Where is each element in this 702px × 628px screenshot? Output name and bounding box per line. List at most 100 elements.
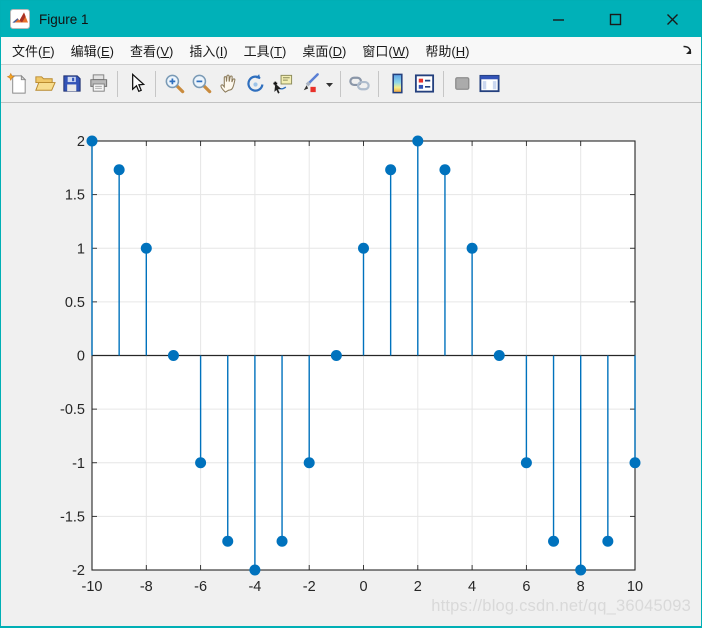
- title-bar: Figure 1: [1, 1, 701, 37]
- show-plot-tools-button[interactable]: [476, 70, 503, 98]
- pointer-button[interactable]: [123, 70, 150, 98]
- x-tick-label: -2: [303, 579, 316, 595]
- zoom-out-button[interactable]: [188, 70, 215, 98]
- save-figure-button[interactable]: [58, 70, 85, 98]
- toolbar-separator: [443, 70, 444, 97]
- x-tick-label: 2: [414, 579, 422, 595]
- x-tick-label: -8: [140, 579, 153, 595]
- figure-canvas: -10 -8 -6 -4 -2 0 2 4 6 8 10 -2 -1.5 -1 -0.5 0 0.5 1 1.5 2 …: [1, 103, 701, 626]
- stem-marker: [140, 242, 152, 254]
- figure-window: Figure 1 文件(F) 编辑(E) 查看(V) 插入(I) 工具(T) 桌面(D) 窗…: [0, 0, 702, 628]
- y-tick-label: 2: [77, 134, 85, 150]
- menu-item-i[interactable]: 插入(I): [181, 37, 235, 64]
- y-tick-label: -1.5: [60, 509, 85, 525]
- matlab-logo-icon: [10, 9, 30, 29]
- brush-dropdown-icon: [325, 74, 334, 94]
- x-tick-label: -10: [82, 579, 103, 595]
- zoom-in-icon: [163, 72, 186, 95]
- x-tick-label: -4: [248, 579, 261, 595]
- menu-item-f[interactable]: 文件(F): [4, 37, 63, 64]
- stem-marker: [439, 164, 451, 176]
- brush-button[interactable]: [296, 70, 323, 98]
- pan-icon: [217, 72, 240, 95]
- stem-marker: [520, 457, 532, 469]
- new-figure-button[interactable]: [4, 70, 31, 98]
- x-tick-label: -6: [194, 579, 207, 595]
- y-tick-label: 1.5: [65, 188, 85, 204]
- stem-marker: [222, 535, 234, 547]
- stem-marker: [385, 164, 397, 176]
- print-figure-button[interactable]: [85, 70, 112, 98]
- stem-marker: [358, 242, 369, 254]
- stem-marker: [602, 535, 614, 547]
- menu-item-h[interactable]: 帮助(H): [417, 37, 477, 64]
- link-plot-icon: [348, 72, 371, 95]
- y-tick-label: 1: [77, 241, 85, 257]
- x-tick-label: 4: [468, 579, 476, 595]
- watermark-text: https://blog.csdn.net/qq_36045093: [431, 597, 691, 615]
- y-tick-label: 0: [77, 349, 85, 365]
- y-tick-label: -1: [72, 456, 85, 472]
- rotate-3d-icon: [244, 72, 267, 95]
- x-tick-label: 6: [522, 579, 530, 595]
- menu-item-e[interactable]: 编辑(E): [63, 37, 122, 64]
- menu-item-d[interactable]: 桌面(D): [294, 37, 354, 64]
- stem-marker: [548, 535, 560, 547]
- stem-marker: [629, 457, 641, 469]
- brush-icon: [298, 72, 321, 95]
- y-tick-label: -0.5: [60, 402, 85, 418]
- zoom-out-icon: [190, 72, 213, 95]
- stem-marker: [249, 564, 261, 576]
- insert-colorbar-icon: [386, 72, 409, 95]
- stem-marker: [330, 350, 342, 361]
- stem-marker: [276, 535, 288, 547]
- link-plot-button[interactable]: [346, 70, 373, 98]
- close-button[interactable]: [644, 1, 701, 37]
- pointer-icon: [125, 72, 148, 95]
- stem-marker: [86, 135, 98, 147]
- pan-button[interactable]: [215, 70, 242, 98]
- new-figure-icon: [6, 72, 29, 95]
- show-plot-tools-icon: [478, 72, 501, 95]
- toolbar-separator: [155, 70, 156, 97]
- menu-bar: 文件(F) 编辑(E) 查看(V) 插入(I) 工具(T) 桌面(D) 窗口(W) 帮助(H): [1, 37, 701, 65]
- x-tick-label: 10: [627, 579, 643, 595]
- window-title: Figure 1: [39, 11, 89, 27]
- y-tick-label: 0.5: [65, 295, 85, 311]
- insert-legend-button[interactable]: [411, 70, 438, 98]
- stem-marker: [575, 564, 587, 576]
- zoom-in-button[interactable]: [161, 70, 188, 98]
- menu-item-v[interactable]: 查看(V): [122, 37, 181, 64]
- y-tick-label: -2: [72, 563, 85, 579]
- stem-marker: [195, 457, 207, 469]
- stem-marker: [466, 242, 478, 254]
- stem-plot: -10 -8 -6 -4 -2 0 2 4 6 8 10 -2 -1.5 -1 -0.5 0 0.5 1 1.5 2: [60, 134, 643, 595]
- x-tick-label: 8: [577, 579, 585, 595]
- hide-plot-tools-button[interactable]: [449, 70, 476, 98]
- menu-item-w[interactable]: 窗口(W): [354, 37, 417, 64]
- toolbar-separator: [117, 70, 118, 97]
- stem-marker: [412, 135, 424, 147]
- open-file-button[interactable]: [31, 70, 58, 98]
- toolbar-separator: [378, 70, 379, 97]
- insert-colorbar-button[interactable]: [384, 70, 411, 98]
- toolbar: [1, 65, 701, 103]
- brush-dropdown-button[interactable]: [323, 70, 335, 98]
- dock-figure-icon[interactable]: [680, 43, 696, 59]
- data-cursor-icon: [271, 72, 294, 95]
- open-file-icon: [33, 72, 56, 95]
- maximize-button[interactable]: [587, 1, 644, 37]
- minimize-button[interactable]: [530, 1, 587, 37]
- data-cursor-button[interactable]: [269, 70, 296, 98]
- stem-marker: [113, 164, 125, 176]
- hide-plot-tools-icon: [451, 72, 474, 95]
- menu-item-t[interactable]: 工具(T): [236, 37, 295, 64]
- rotate-3d-button[interactable]: [242, 70, 269, 98]
- window-controls: [530, 1, 701, 37]
- stem-marker: [493, 350, 505, 361]
- toolbar-separator: [340, 70, 341, 97]
- stem-marker: [167, 350, 179, 361]
- print-figure-icon: [87, 72, 110, 95]
- insert-legend-icon: [413, 72, 436, 95]
- stem-marker: [303, 457, 315, 469]
